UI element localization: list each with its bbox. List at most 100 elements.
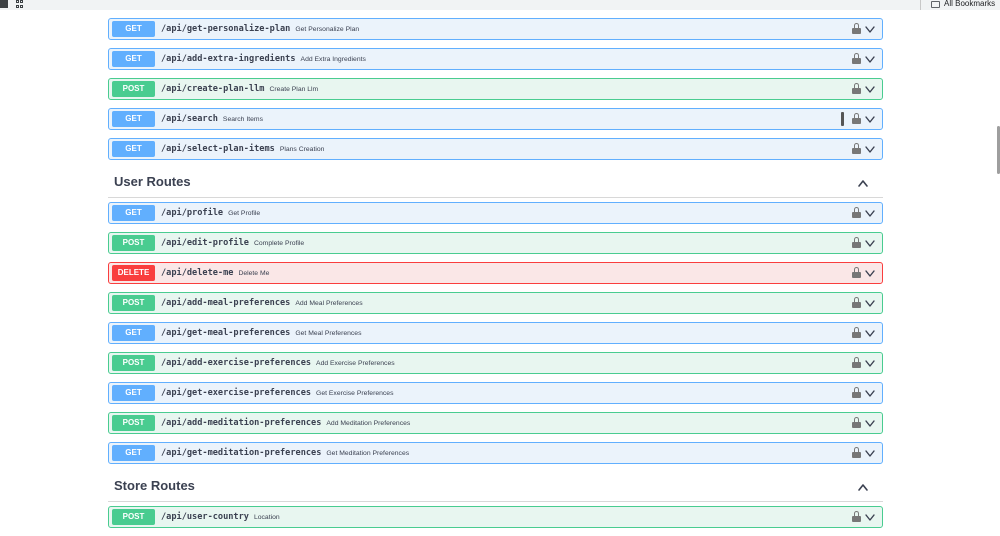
lock-icon[interactable]: [852, 297, 861, 309]
operation-row-get-exercise-preferences[interactable]: GET/api/get-exercise-preferences Get Exer…: [108, 382, 883, 404]
lock-icon[interactable]: [852, 387, 861, 399]
chevron-down-icon[interactable]: [864, 387, 876, 399]
endpoint-summary: Location: [253, 513, 280, 521]
operation-row-profile[interactable]: GET/api/profile Get Profile: [108, 202, 883, 224]
endpoint-summary: Get Meditation Preferences: [326, 449, 410, 457]
chevron-down-icon[interactable]: [864, 113, 876, 125]
endpoint-summary: Delete Me: [238, 269, 270, 277]
bookmarks-bar: All Bookmarks: [0, 0, 1000, 10]
chevron-down-icon[interactable]: [864, 23, 876, 35]
lock-icon[interactable]: [852, 207, 861, 219]
chevron-down-icon[interactable]: [864, 143, 876, 155]
operation-row-get-meal-preferences[interactable]: GET/api/get-meal-preferences Get Meal Pre…: [108, 322, 883, 344]
operation-row-select-plan-items[interactable]: GET/api/select-plan-items Plans Creation: [108, 138, 883, 160]
all-bookmarks-link[interactable]: All Bookmarks: [944, 0, 995, 8]
folder-icon: [931, 1, 940, 8]
operations-list: GET/api/get-personalize-plan Get Personal…: [108, 18, 883, 536]
endpoint-summary: Add Exercise Preferences: [316, 359, 395, 367]
chevron-up-icon[interactable]: [857, 176, 869, 188]
method-badge: GET: [112, 51, 155, 67]
method-badge: POST: [112, 235, 155, 251]
chevron-up-icon[interactable]: [857, 480, 869, 492]
method-badge: GET: [112, 111, 155, 127]
method-badge: POST: [112, 355, 155, 371]
lock-icon[interactable]: [852, 267, 861, 279]
section-title: User Routes: [114, 174, 191, 189]
chevron-down-icon[interactable]: [864, 357, 876, 369]
endpoint-summary: Get Meal Preferences: [295, 329, 362, 337]
section-title: Store Routes: [114, 478, 195, 493]
lock-icon[interactable]: [852, 327, 861, 339]
operation-row-get-meditation-preferences[interactable]: GET/api/get-meditation-preferences Get Me…: [108, 442, 883, 464]
lock-icon[interactable]: [852, 53, 861, 65]
chevron-down-icon[interactable]: [864, 447, 876, 459]
method-badge: GET: [112, 445, 155, 461]
chevron-down-icon[interactable]: [864, 83, 876, 95]
method-badge: DELETE: [112, 265, 155, 281]
endpoint-path: /api/edit-profile: [161, 238, 249, 248]
endpoint-summary: Add Meditation Preferences: [326, 419, 411, 427]
lock-icon[interactable]: [852, 23, 861, 35]
chevron-down-icon[interactable]: [864, 237, 876, 249]
endpoint-path: /api/delete-me: [161, 268, 234, 278]
endpoint-summary: Add Extra Ingredients: [300, 55, 366, 63]
endpoint-summary: Search Items: [222, 115, 263, 123]
operation-row-get-personalize-plan[interactable]: GET/api/get-personalize-plan Get Personal…: [108, 18, 883, 40]
lock-icon[interactable]: [852, 143, 861, 155]
endpoint-summary: Add Meal Preferences: [295, 299, 363, 307]
endpoint-summary: Create Plan Llm: [269, 85, 319, 93]
operation-row-user-country[interactable]: POST/api/user-country Location: [108, 506, 883, 528]
operation-row-search[interactable]: GET/api/search Search Items: [108, 108, 883, 130]
method-badge: GET: [112, 325, 155, 341]
endpoint-summary: Get Profile: [228, 209, 261, 217]
chevron-down-icon[interactable]: [864, 53, 876, 65]
chevron-down-icon[interactable]: [864, 511, 876, 523]
method-badge: POST: [112, 509, 155, 525]
endpoint-path: /api/add-meal-preferences: [161, 298, 291, 308]
method-badge: GET: [112, 205, 155, 221]
endpoint-summary: Complete Profile: [253, 239, 305, 247]
endpoint-summary: Get Exercise Preferences: [316, 389, 394, 397]
endpoint-summary: Plans Creation: [279, 145, 325, 153]
apps-grid-icon[interactable]: [16, 0, 24, 8]
chevron-down-icon[interactable]: [864, 297, 876, 309]
lock-icon[interactable]: [852, 357, 861, 369]
method-badge: GET: [112, 141, 155, 157]
lock-icon[interactable]: [852, 83, 861, 95]
endpoint-path: /api/select-plan-items: [161, 144, 275, 154]
bookmarks-divider: [920, 0, 921, 10]
operation-row-add-exercise-preferences[interactable]: POST/api/add-exercise-preferences Add Exe…: [108, 352, 883, 374]
method-badge: GET: [112, 385, 155, 401]
operation-row-add-extra-ingredients[interactable]: GET/api/add-extra-ingredients Add Extra I…: [108, 48, 883, 70]
method-badge: POST: [112, 81, 155, 97]
method-badge: POST: [112, 415, 155, 431]
chevron-down-icon[interactable]: [864, 327, 876, 339]
chevron-down-icon[interactable]: [864, 417, 876, 429]
lock-icon[interactable]: [852, 417, 861, 429]
endpoint-path: /api/get-meal-preferences: [161, 328, 291, 338]
endpoint-path: /api/add-meditation-preferences: [161, 418, 322, 428]
lock-icon[interactable]: [852, 511, 861, 523]
operation-row-create-plan-llm[interactable]: POST/api/create-plan-llm Create Plan Llm: [108, 78, 883, 100]
lock-icon[interactable]: [852, 113, 861, 125]
endpoint-path: /api/add-extra-ingredients: [161, 54, 296, 64]
endpoint-path: /api/search: [161, 114, 218, 124]
lock-icon[interactable]: [852, 447, 861, 459]
operation-row-add-meal-preferences[interactable]: POST/api/add-meal-preferences Add Meal Pr…: [108, 292, 883, 314]
endpoint-summary: Get Personalize Plan: [295, 25, 360, 33]
operation-row-edit-profile[interactable]: POST/api/edit-profile Complete Profile: [108, 232, 883, 254]
endpoint-path: /api/create-plan-llm: [161, 84, 265, 94]
operation-row-delete-me[interactable]: DELETE/api/delete-me Delete Me: [108, 262, 883, 284]
endpoint-path: /api/get-personalize-plan: [161, 24, 291, 34]
section-header[interactable]: User Routes: [108, 168, 883, 198]
endpoint-path: /api/get-exercise-preferences: [161, 388, 312, 398]
operation-row-add-meditation-preferences[interactable]: POST/api/add-meditation-preferences Add M…: [108, 412, 883, 434]
endpoint-path: /api/add-exercise-preferences: [161, 358, 312, 368]
lock-icon[interactable]: [852, 237, 861, 249]
chevron-down-icon[interactable]: [864, 267, 876, 279]
method-badge: GET: [112, 21, 155, 37]
section-header[interactable]: Store Routes: [108, 472, 883, 502]
chevron-down-icon[interactable]: [864, 207, 876, 219]
method-badge: POST: [112, 295, 155, 311]
app-icon[interactable]: [0, 0, 8, 8]
